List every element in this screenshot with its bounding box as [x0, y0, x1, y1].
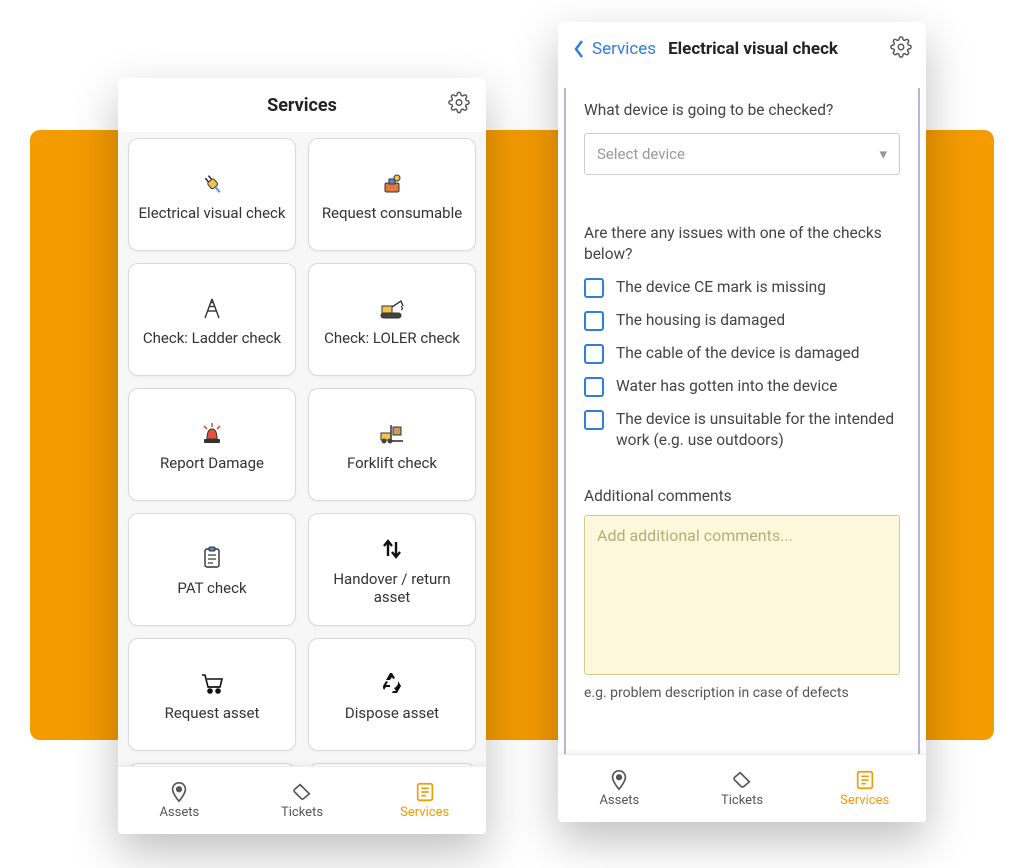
check-cable-damaged[interactable]: The cable of the device is damaged: [584, 343, 900, 364]
transfer-arrows-icon: [379, 534, 405, 564]
tab-label: Assets: [599, 793, 639, 808]
comments-placeholder: Add additional comments...: [597, 526, 793, 545]
back-button[interactable]: [572, 39, 586, 59]
check-label: The housing is damaged: [616, 310, 785, 331]
service-card-request-consumable[interactable]: Request consumable: [308, 138, 476, 251]
tab-bar: Assets Tickets Services: [558, 754, 926, 822]
gear-icon[interactable]: [448, 92, 470, 119]
service-card-forklift-check[interactable]: Forklift check: [308, 388, 476, 501]
form-area: What device is going to be checked? Sele…: [558, 76, 926, 754]
comments-label: Additional comments: [584, 487, 900, 505]
service-card-label: Check: Ladder check: [143, 329, 281, 347]
service-card-pat-check[interactable]: PAT check: [128, 513, 296, 626]
page-title: Services: [267, 95, 337, 116]
service-card-report-damage[interactable]: Report Damage: [128, 388, 296, 501]
device-select[interactable]: Select device ▾: [584, 133, 900, 175]
check-water-ingress[interactable]: Water has gotten into the device: [584, 376, 900, 397]
services-grid: Electrical visual check Request consumab…: [118, 132, 486, 766]
tab-label: Tickets: [281, 805, 323, 820]
checkbox-icon: [584, 311, 604, 331]
ladder-icon: [197, 293, 227, 323]
service-card-request-asset[interactable]: Request asset: [128, 638, 296, 751]
service-card-label: Forklift check: [347, 454, 437, 472]
checkbox-icon: [584, 278, 604, 298]
check-label: Water has gotten into the device: [616, 376, 838, 397]
back-label[interactable]: Services: [592, 39, 656, 59]
tab-label: Tickets: [721, 793, 763, 808]
service-card-label: PAT check: [177, 579, 246, 597]
check-housing-damaged[interactable]: The housing is damaged: [584, 310, 900, 331]
service-card-loler-check[interactable]: Check: LOLER check: [308, 263, 476, 376]
service-card-label: Report Damage: [160, 454, 264, 472]
checkbox-icon: [584, 344, 604, 364]
tab-services[interactable]: Services: [363, 767, 486, 834]
service-card-electrical-visual-check[interactable]: Electrical visual check: [128, 138, 296, 251]
tab-label: Services: [400, 805, 449, 820]
service-card-label: Dispose asset: [345, 704, 439, 722]
service-card-label: Electrical visual check: [139, 204, 286, 222]
service-card-label: Handover / return asset: [315, 570, 469, 606]
siren-icon: [197, 418, 227, 448]
tab-bar: Assets Tickets Services: [118, 766, 486, 834]
check-label: The device CE mark is missing: [616, 277, 826, 298]
plug-icon: [197, 168, 227, 198]
question-issues: Are there any issues with one of the che…: [584, 223, 900, 265]
service-card-dispose-asset[interactable]: Dispose asset: [308, 638, 476, 751]
cart-icon: [198, 668, 226, 698]
tab-tickets[interactable]: Tickets: [241, 767, 364, 834]
select-placeholder: Select device: [597, 145, 685, 163]
toolbox-icon: [377, 168, 407, 198]
check-label: The cable of the device is damaged: [616, 343, 859, 364]
header: Services Electrical visual check: [558, 22, 926, 76]
excavator-icon: [375, 293, 409, 323]
check-unsuitable-work[interactable]: The device is unsuitable for the intende…: [584, 409, 900, 451]
comments-textarea[interactable]: Add additional comments...: [584, 515, 900, 675]
service-card-handover-return-asset[interactable]: Handover / return asset: [308, 513, 476, 626]
comments-hint: e.g. problem description in case of defe…: [584, 685, 900, 701]
service-card-label: Request consumable: [322, 204, 462, 222]
service-card-label: Check: LOLER check: [324, 329, 460, 347]
clipboard-icon: [198, 543, 226, 573]
service-card-label: Request asset: [165, 704, 260, 722]
phone-service-form: Services Electrical visual check What de…: [558, 22, 926, 822]
tab-tickets[interactable]: Tickets: [681, 755, 804, 822]
service-card-ladder-check[interactable]: Check: Ladder check: [128, 263, 296, 376]
checkbox-icon: [584, 377, 604, 397]
question-device: What device is going to be checked?: [584, 100, 900, 121]
header: Services: [118, 78, 486, 132]
phone-services-list: Services Electrical visual check Request…: [118, 78, 486, 834]
check-label: The device is unsuitable for the intende…: [616, 409, 900, 451]
page-title: Electrical visual check: [668, 39, 838, 59]
tab-label: Assets: [159, 805, 199, 820]
tab-assets[interactable]: Assets: [558, 755, 681, 822]
check-ce-mark-missing[interactable]: The device CE mark is missing: [584, 277, 900, 298]
forklift-icon: [376, 418, 408, 448]
recycle-icon: [379, 668, 405, 698]
tab-label: Services: [840, 793, 889, 808]
tab-services[interactable]: Services: [803, 755, 926, 822]
tab-assets[interactable]: Assets: [118, 767, 241, 834]
caret-down-icon: ▾: [879, 145, 887, 163]
gear-icon[interactable]: [890, 36, 912, 62]
checkbox-icon: [584, 410, 604, 430]
